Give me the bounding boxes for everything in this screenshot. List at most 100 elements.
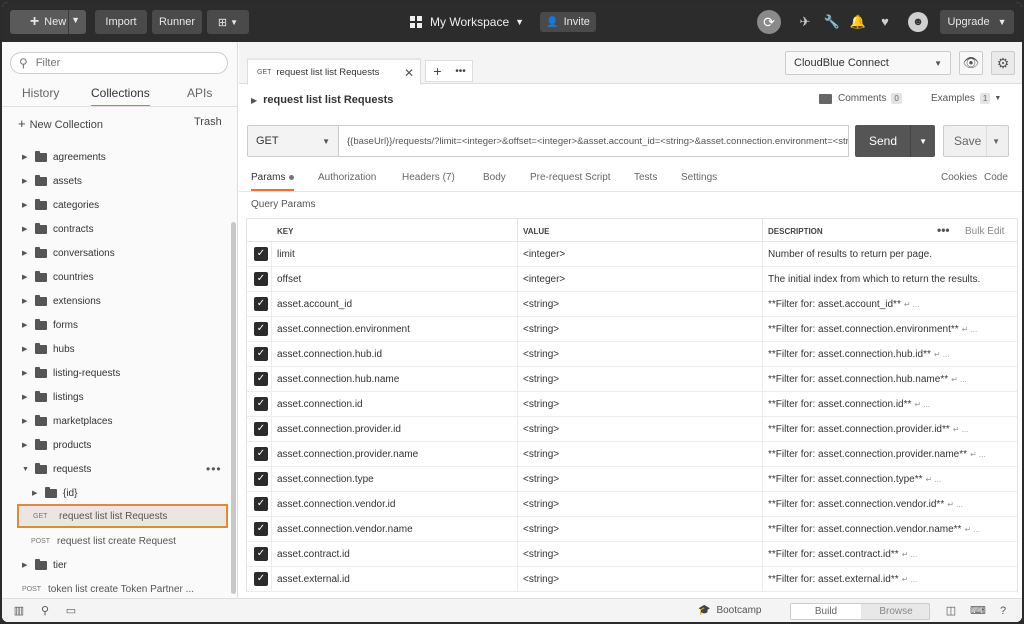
table-row[interactable]: ✓ offset <integer> The initial index from w… (246, 267, 1018, 292)
chevron-right-icon[interactable]: ▶ (22, 297, 27, 305)
table-row[interactable]: ✓ asset.connection.type <string> **Filter f… (246, 467, 1018, 492)
chevron-right-icon[interactable]: ▶ (22, 441, 27, 449)
chevron-right-icon[interactable]: ▶ (22, 225, 27, 233)
folder-forms[interactable]: ▶ forms (2, 313, 232, 337)
param-description[interactable]: **Filter for: asset.connection.provider.… (768, 424, 968, 435)
workspace-switcher[interactable]: My Workspace ▼ (410, 12, 524, 32)
import-button[interactable]: Import (95, 10, 147, 34)
param-description[interactable]: **Filter for: asset.connection.vendor.na… (768, 524, 980, 535)
folder-requests[interactable]: ▼ requests ••• (2, 457, 232, 481)
chevron-right-icon[interactable]: ▶ (22, 393, 27, 401)
build-mode-button[interactable]: Build (791, 604, 861, 619)
chevron-right-icon[interactable]: ▶ (22, 153, 27, 161)
param-description[interactable]: Number of results to return per page. (768, 249, 935, 260)
tab-headers[interactable]: Headers (7) (402, 172, 455, 183)
environment-select[interactable]: CloudBlue Connect ▼ (785, 51, 951, 75)
table-row[interactable]: ✓ asset.contract.id <string> **Filter for: … (246, 542, 1018, 567)
table-row[interactable]: ✓ asset.connection.provider.name <string> *… (246, 442, 1018, 467)
checkbox[interactable]: ✓ (254, 522, 268, 536)
param-value[interactable]: <string> (523, 574, 559, 585)
param-description[interactable]: **Filter for: asset.connection.type** ↵ .… (768, 474, 941, 485)
sidebar-scrollbar[interactable] (231, 222, 236, 594)
table-row[interactable]: ✓ asset.connection.hub.name <string> **Filt… (246, 367, 1018, 392)
folder-agreements[interactable]: ▶ agreements (2, 145, 232, 169)
chevron-right-icon[interactable]: ▶ (22, 321, 27, 329)
param-key[interactable]: asset.connection.type (277, 474, 374, 485)
param-key[interactable]: asset.connection.provider.name (277, 449, 418, 460)
chevron-right-icon[interactable]: ▶ (22, 345, 27, 353)
param-value[interactable]: <string> (523, 349, 559, 360)
checkbox[interactable]: ✓ (254, 247, 268, 261)
tab-apis[interactable]: APIs (187, 86, 212, 100)
param-key[interactable]: limit (277, 249, 295, 260)
param-key[interactable]: asset.connection.hub.id (277, 349, 382, 360)
request-item-list-requests[interactable]: GET request list list Requests (17, 504, 228, 528)
request-item-create-request[interactable]: POST request list create Request (31, 529, 176, 553)
keyboard-icon[interactable]: ⌨ (970, 604, 986, 618)
tab-history[interactable]: History (22, 86, 59, 100)
folder-extensions[interactable]: ▶ extensions (2, 289, 232, 313)
avatar[interactable]: ☻ (908, 12, 928, 32)
folder-contracts[interactable]: ▶ contracts (2, 217, 232, 241)
tab-collections[interactable]: Collections (91, 86, 150, 107)
chevron-down-icon[interactable]: ▼ (71, 15, 80, 25)
request-title[interactable]: ▶ request list list Requests (251, 94, 393, 106)
param-value[interactable]: <string> (523, 324, 559, 335)
code-link[interactable]: Code (984, 172, 1008, 183)
folder-id[interactable]: ▶ {id} (12, 481, 242, 505)
filter-input[interactable] (35, 57, 216, 69)
comments-button[interactable]: Comments 0 (819, 93, 902, 104)
param-key[interactable]: asset.connection.id (277, 399, 363, 410)
checkbox[interactable]: ✓ (254, 372, 268, 386)
table-row[interactable]: ✓ asset.connection.vendor.name <string> **F… (246, 517, 1018, 542)
eye-icon[interactable]: 👁 (959, 51, 983, 75)
param-description[interactable]: **Filter for: asset.connection.environme… (768, 324, 977, 335)
examples-button[interactable]: Examples 1 ▼ (931, 93, 1001, 104)
cookies-link[interactable]: Cookies (941, 172, 977, 183)
param-value[interactable]: <string> (523, 374, 559, 385)
param-key[interactable]: offset (277, 274, 301, 285)
folder-tier[interactable]: ▶ tier (2, 553, 232, 577)
heart-icon[interactable]: ♥ (876, 13, 894, 31)
request-tab[interactable]: GET request list list Requests ✕ (247, 58, 421, 85)
send-button[interactable]: Send ▼ (855, 125, 935, 157)
param-value[interactable]: <string> (523, 549, 559, 560)
add-tab-button[interactable]: + (426, 63, 449, 79)
param-key[interactable]: asset.external.id (277, 574, 350, 585)
checkbox[interactable]: ✓ (254, 272, 268, 286)
param-value[interactable]: <string> (523, 299, 559, 310)
more-options-icon[interactable]: ••• (937, 223, 950, 237)
more-options-icon[interactable]: ••• (449, 66, 472, 77)
table-row[interactable]: ✓ asset.account_id <string> **Filter for: a… (246, 292, 1018, 317)
folder-categories[interactable]: ▶ categories (2, 193, 232, 217)
chevron-right-icon[interactable]: ▶ (32, 489, 37, 497)
table-row[interactable]: ✓ asset.external.id <string> **Filter for: … (246, 567, 1018, 592)
param-value[interactable]: <string> (523, 399, 559, 410)
checkbox[interactable]: ✓ (254, 472, 268, 486)
table-row[interactable]: ✓ asset.connection.provider.id <string> **F… (246, 417, 1018, 442)
chevron-right-icon[interactable]: ▶ (251, 96, 257, 105)
table-row[interactable]: ✓ asset.connection.hub.id <string> **Filter… (246, 342, 1018, 367)
param-value[interactable]: <integer> (523, 249, 565, 260)
folder-conversations[interactable]: ▶ conversations (2, 241, 232, 265)
folder-listings[interactable]: ▶ listings (2, 385, 232, 409)
url-input[interactable]: {{baseUrl}}/requests/?limit=<integer>&of… (338, 125, 849, 157)
tab-params[interactable]: Params (251, 172, 295, 191)
param-description[interactable]: The initial index from which to return t… (768, 274, 983, 285)
checkbox[interactable]: ✓ (254, 347, 268, 361)
table-row[interactable]: ✓ asset.connection.environment <string> **F… (246, 317, 1018, 342)
table-row[interactable]: ✓ asset.connection.vendor.id <string> **Fil… (246, 492, 1018, 517)
method-select[interactable]: GET ▼ (247, 125, 339, 157)
tab-authorization[interactable]: Authorization (318, 172, 376, 183)
filter-box[interactable]: ⚲ (10, 52, 228, 74)
folder-assets[interactable]: ▶ assets (2, 169, 232, 193)
help-icon[interactable]: ? (996, 604, 1010, 618)
invite-button[interactable]: 👤 Invite (540, 12, 596, 32)
chevron-right-icon[interactable]: ▶ (22, 369, 27, 377)
chevron-right-icon[interactable]: ▶ (22, 177, 27, 185)
table-row[interactable]: ✓ asset.connection.id <string> **Filter for… (246, 392, 1018, 417)
browse-mode-button[interactable]: Browse (861, 604, 931, 619)
bulk-edit-button[interactable]: Bulk Edit (965, 226, 1004, 237)
param-key[interactable]: asset.account_id (277, 299, 352, 310)
chevron-down-icon[interactable]: ▼ (919, 137, 927, 146)
